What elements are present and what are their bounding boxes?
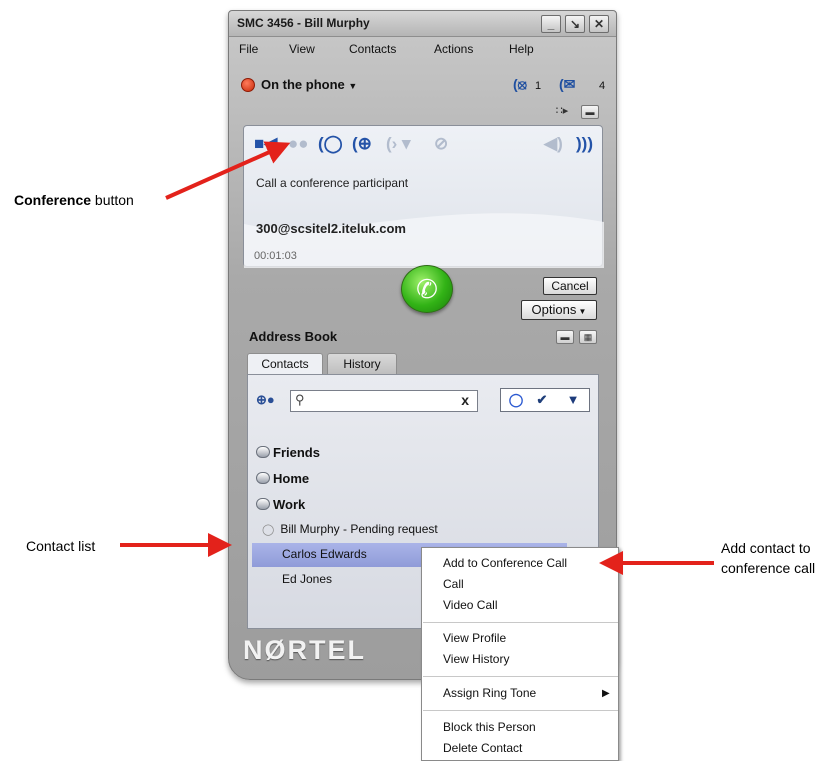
show-online-icon[interactable]: ✔ <box>531 391 553 409</box>
contact-name: Bill Murphy - Pending request <box>280 522 438 536</box>
options-button[interactable]: Options ▼ <box>521 300 597 320</box>
call-timer: 00:01:03 <box>254 250 297 262</box>
pending-icon: ◯ <box>262 524 275 536</box>
volume-down-icon[interactable]: ◀) <box>544 134 563 154</box>
menu-item-delete-contact[interactable]: Delete Contact <box>443 741 522 755</box>
presence-label: On the phone <box>261 77 345 92</box>
group-home[interactable]: Home <box>256 471 309 486</box>
menu-item-add-to-conference[interactable]: Add to Conference Call <box>443 556 567 570</box>
menu-item-view-profile[interactable]: View Profile <box>443 631 506 645</box>
collapse-icon <box>256 472 270 484</box>
contact-name: Carlos Edwards <box>282 547 367 561</box>
volume-up-icon[interactable]: ))) <box>576 134 593 154</box>
collapse-panel-icon[interactable]: ▬ <box>581 105 599 119</box>
filter-dropdown-icon[interactable]: ▼ <box>559 391 587 409</box>
expand-address-book-icon[interactable]: ▦ <box>579 330 597 344</box>
window-title: SMC 3456 - Bill Murphy <box>237 16 370 30</box>
speaker-level-icon[interactable]: (› ▾ <box>386 134 411 154</box>
menu-actions[interactable]: Actions <box>434 42 473 56</box>
conference-annotation-rest: button <box>91 192 134 208</box>
chevron-down-icon: ▼ <box>576 307 587 316</box>
missed-calls-icon[interactable]: (⦻ <box>513 76 527 93</box>
group-work[interactable]: Work <box>256 497 305 512</box>
missed-calls-count: 1 <box>535 80 542 92</box>
menu-bar: File View Contacts Actions Help <box>229 39 616 59</box>
title-bar[interactable]: SMC 3456 - Bill Murphy _ ↘ ✕ <box>229 11 616 37</box>
menu-separator <box>423 710 618 711</box>
search-input[interactable]: ⚲ x <box>290 390 478 412</box>
presence-busy-icon <box>241 78 255 92</box>
close-icon[interactable]: ✕ <box>589 15 609 33</box>
active-call-panel: ■◀ ●● (◯ (⊕ (› ▾ ⊘ ◀) ))) Call a confere… <box>243 125 604 268</box>
collapse-icon <box>256 446 270 458</box>
add-contact-annotation-line1: Add contact to <box>721 540 811 556</box>
add-contact-icon[interactable]: ⊕● <box>256 392 275 408</box>
chevron-down-icon: ▼ <box>348 81 358 91</box>
presence-status: On the phone ▼ (⦻ 1 (✉ 4 <box>229 75 616 99</box>
mute-microphone-icon[interactable]: ⊘ <box>434 134 448 154</box>
menu-item-block-person[interactable]: Block this Person <box>443 720 536 734</box>
transfer-icon[interactable]: (⊕ <box>352 134 372 154</box>
menu-help[interactable]: Help <box>509 42 534 56</box>
presence-selector[interactable]: On the phone ▼ <box>261 77 357 92</box>
hold-icon[interactable]: (◯ <box>318 134 343 154</box>
menu-separator <box>423 622 618 623</box>
conference-annotation: Conference button <box>14 192 134 208</box>
group-label: Friends <box>273 445 320 460</box>
menu-contacts[interactable]: Contacts <box>349 42 396 56</box>
add-contact-annotation-line2: conference call <box>721 560 816 576</box>
menu-item-call[interactable]: Call <box>443 577 464 591</box>
tab-history[interactable]: History <box>327 353 397 375</box>
clear-search-icon[interactable]: x <box>461 392 469 408</box>
expand-icon <box>256 498 270 510</box>
contact-item-bill-murphy[interactable]: ◯ Bill Murphy - Pending request <box>262 522 438 536</box>
minimize-to-tray-icon[interactable]: ↘ <box>565 15 585 33</box>
menu-item-assign-ring-tone[interactable]: Assign Ring Tone <box>443 686 536 700</box>
phone-icon: ✆ <box>416 274 438 304</box>
contact-filter: ◯ ✔ ▼ <box>500 388 590 412</box>
address-book-title: Address Book <box>249 329 338 344</box>
call-address: 300@scsitel2.iteluk.com <box>256 221 406 236</box>
search-icon: ⚲ <box>295 392 305 407</box>
messages-icon[interactable]: (✉ <box>559 76 575 93</box>
options-label: Options <box>531 302 577 317</box>
answer-call-button[interactable]: ✆ <box>401 265 453 313</box>
menu-item-view-history[interactable]: View History <box>443 652 509 666</box>
call-status-text: Call a conference participant <box>256 176 409 190</box>
menu-separator <box>423 676 618 677</box>
dialpad-icon[interactable]: ∷▸ <box>553 105 571 119</box>
cancel-button[interactable]: Cancel <box>543 277 597 295</box>
group-label: Home <box>273 471 310 486</box>
contact-name: Ed Jones <box>282 572 333 586</box>
menu-item-video-call[interactable]: Video Call <box>443 598 497 612</box>
group-friends[interactable]: Friends <box>256 445 320 460</box>
contact-list-annotation: Contact list <box>26 538 96 554</box>
nortel-logo: NØRTEL <box>243 635 366 665</box>
conference-icon[interactable]: ●● <box>288 134 309 154</box>
collapse-address-book-icon[interactable]: ▬ <box>556 330 574 344</box>
tab-contacts[interactable]: Contacts <box>247 353 323 375</box>
group-label: Work <box>273 497 306 512</box>
contact-item-ed-jones[interactable]: Ed Jones <box>282 572 332 586</box>
menu-file[interactable]: File <box>239 42 258 56</box>
conference-annotation-bold: Conference <box>14 192 92 208</box>
contact-context-menu: Add to Conference Call Call Video Call V… <box>421 547 619 761</box>
submenu-arrow-icon: ▶ <box>602 688 610 699</box>
wave-decoration <box>244 213 604 268</box>
messages-count: 4 <box>599 80 606 92</box>
video-icon[interactable]: ■◀ <box>254 134 277 154</box>
menu-view[interactable]: View <box>289 42 315 56</box>
show-all-icon[interactable]: ◯ <box>505 391 527 409</box>
minimize-icon[interactable]: _ <box>541 15 561 33</box>
